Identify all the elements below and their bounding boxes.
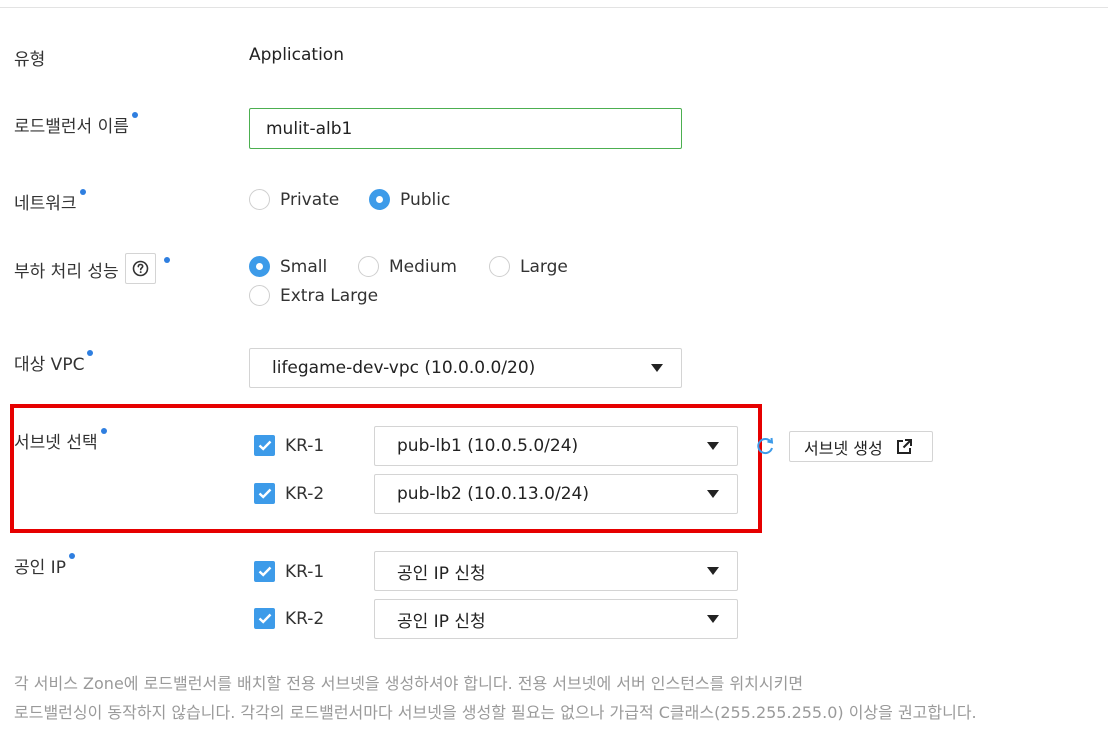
vpc-select[interactable]: lifegame-dev-vpc (10.0.0.0/20) [249, 348, 682, 388]
subnet-create-button[interactable]: 서브넷 생성 [789, 431, 933, 462]
required-dot [164, 257, 170, 263]
zone-label: KR-2 [285, 608, 325, 629]
public-ip-kr1-checkbox[interactable]: KR-1 [254, 561, 324, 582]
subnet-kr2-checkbox[interactable]: KR-2 [254, 483, 324, 504]
select-value: pub-lb2 (10.0.13.0/24) [397, 484, 589, 504]
caret-down-icon [651, 364, 663, 372]
required-dot [131, 112, 138, 118]
network-radio-private[interactable]: Private [249, 189, 339, 210]
public-ip-kr2-select[interactable]: 공인 IP 신청 [374, 599, 738, 639]
performance-radio-small[interactable]: Small [249, 256, 327, 277]
checkbox-checked-icon [254, 435, 275, 456]
radio-label: Large [520, 256, 568, 277]
radio-circle [249, 285, 270, 306]
network-label: 네트워크 [14, 189, 86, 214]
required-dot [100, 428, 107, 434]
lb-name-label: 로드밸런서 이름 [14, 112, 138, 137]
radio-label: Extra Large [280, 285, 379, 306]
type-value: Application [249, 45, 344, 65]
vpc-label: 대상 VPC [14, 350, 94, 375]
button-label: 서브넷 생성 [804, 438, 883, 458]
help-note-line-2: 로드밸런싱이 동작하지 않습니다. 각각의 로드밸런서마다 서브넷을 생성할 필… [14, 703, 977, 722]
caret-down-icon [707, 490, 719, 498]
public-ip-kr2-checkbox[interactable]: KR-2 [254, 608, 324, 629]
zone-label: KR-2 [285, 483, 325, 504]
radio-circle [369, 189, 390, 210]
performance-label: 부하 처리 성능 [14, 262, 119, 282]
radio-circle [249, 256, 270, 277]
checkbox-checked-icon [254, 608, 275, 629]
subnet-kr1-checkbox[interactable]: KR-1 [254, 435, 324, 456]
lb-name-input[interactable] [249, 108, 682, 149]
subnet-kr2-select[interactable]: pub-lb2 (10.0.13.0/24) [374, 474, 738, 514]
radio-circle [489, 256, 510, 277]
external-link-icon [896, 438, 912, 454]
performance-radio-large[interactable]: Large [489, 256, 568, 277]
radio-label: Medium [389, 256, 457, 277]
subnet-label: 서브넷 선택 [14, 428, 107, 453]
radio-label: Small [280, 256, 328, 277]
help-note-line-1: 각 서비스 Zone에 로드밸런서를 배치할 전용 서브넷을 생성하셔야 합니다… [14, 674, 804, 693]
radio-label: Private [280, 189, 340, 210]
required-dot [79, 189, 86, 195]
select-value: lifegame-dev-vpc (10.0.0.0/20) [272, 358, 536, 378]
required-dot [87, 350, 94, 356]
zone-label: KR-1 [285, 435, 325, 456]
caret-down-icon [707, 567, 719, 575]
select-value: pub-lb1 (10.0.5.0/24) [397, 436, 579, 456]
radio-circle [249, 189, 270, 210]
public-ip-kr1-select[interactable]: 공인 IP 신청 [374, 551, 738, 591]
zone-label: KR-1 [285, 561, 325, 582]
caret-down-icon [707, 615, 719, 623]
question-circle-icon [132, 260, 149, 277]
help-button[interactable] [125, 253, 156, 284]
subnet-kr1-select[interactable]: pub-lb1 (10.0.5.0/24) [374, 426, 738, 466]
type-label: 유형 [14, 50, 46, 70]
performance-radio-medium[interactable]: Medium [358, 256, 457, 277]
required-dot [68, 553, 75, 559]
top-divider [0, 7, 1108, 8]
select-value: 공인 IP 신청 [397, 611, 486, 632]
checkbox-checked-icon [254, 483, 275, 504]
radio-label: Public [400, 189, 451, 210]
refresh-icon[interactable] [756, 436, 776, 456]
select-value: 공인 IP 신청 [397, 563, 486, 584]
network-radio-public[interactable]: Public [369, 189, 450, 210]
performance-radio-extra-large[interactable]: Extra Large [249, 285, 378, 306]
public-ip-label: 공인 IP [14, 553, 75, 578]
caret-down-icon [707, 442, 719, 450]
radio-circle [358, 256, 379, 277]
checkbox-checked-icon [254, 561, 275, 582]
